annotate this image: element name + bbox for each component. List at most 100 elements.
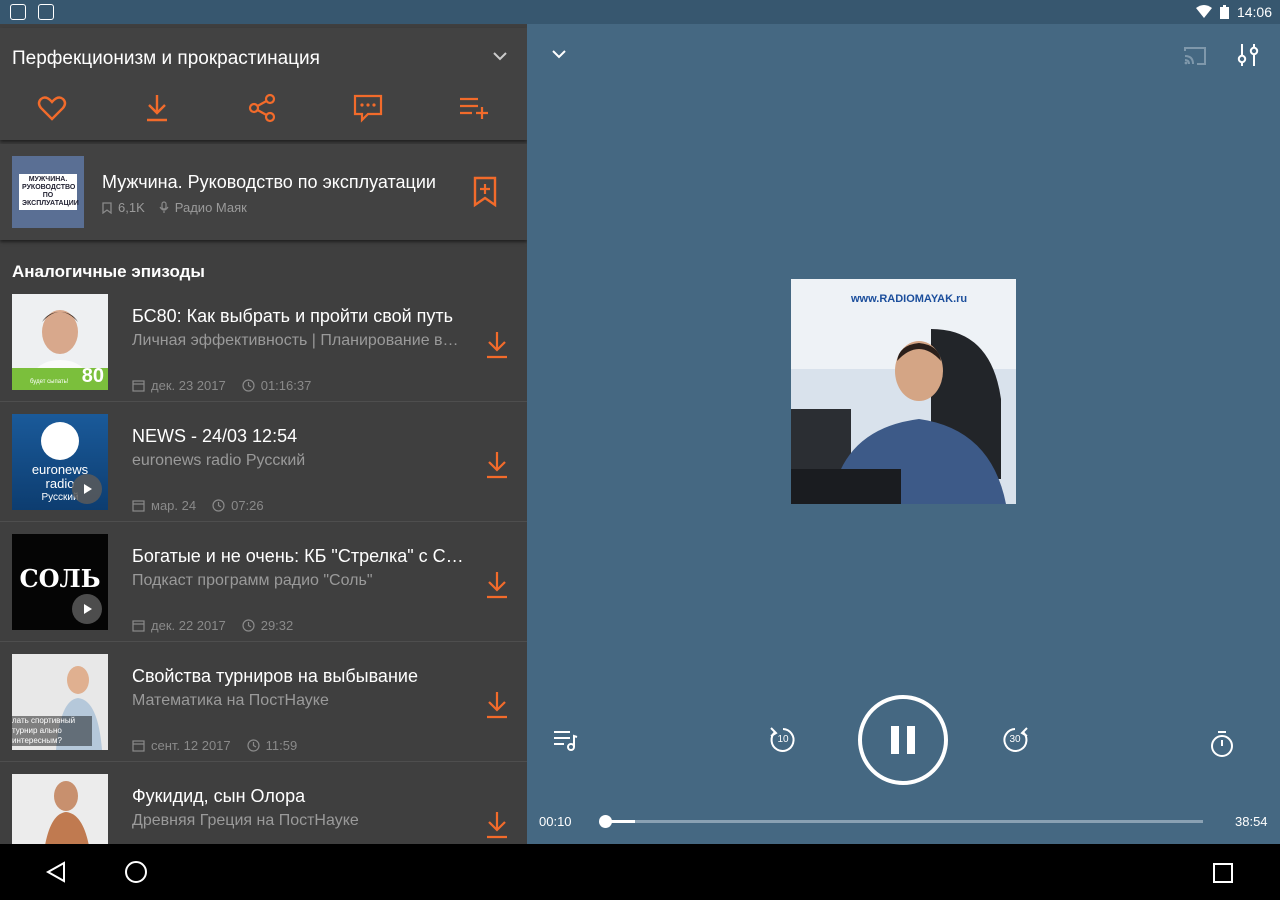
collapse-button[interactable] — [490, 46, 510, 71]
episode-item-podcast: euronews radio Русский — [132, 452, 306, 469]
recents-button[interactable] — [1212, 862, 1234, 889]
pause-icon — [891, 726, 915, 754]
rewind-seconds: 10 — [777, 734, 789, 745]
comments-button[interactable] — [348, 88, 388, 128]
episode-thumbnail — [12, 774, 108, 844]
episode-thumbnail: euronews radio Русский — [12, 414, 108, 510]
clock-icon — [247, 739, 260, 752]
lecturer-photo — [12, 774, 108, 844]
cover-banner-text: www.RADIOMAYAK.ru — [851, 293, 968, 305]
episode-item-meta: сент. 12 2017 11:59 — [132, 738, 297, 753]
download-button[interactable] — [484, 450, 510, 485]
podcast-meta: 6,1K Радио Маяк — [102, 200, 247, 215]
download-button[interactable] — [484, 330, 510, 365]
list-item[interactable]: 80 будет сыпать! БС80: Как выбрать и про… — [0, 282, 527, 402]
episode-cover-image: www.RADIOMAYAK.ru — [791, 279, 1016, 504]
equalizer-button[interactable] — [1237, 42, 1259, 73]
episode-date: мар. 24 — [151, 498, 197, 513]
episode-date: дек. 22 2017 — [151, 618, 226, 633]
download-icon — [487, 452, 507, 479]
clock-icon — [242, 619, 255, 632]
similar-episodes-list: 80 будет сыпать! БС80: Как выбрать и про… — [0, 282, 527, 844]
episode-item-podcast: Древняя Греция на ПостНауке — [132, 812, 359, 829]
episode-actions — [0, 88, 527, 128]
episode-item-meta: дек. 23 2017 01:16:37 — [132, 378, 311, 393]
status-time: 14:06 — [1236, 4, 1272, 20]
chevron-down-icon — [493, 52, 507, 61]
episode-item-podcast: Личная эффективность | Планирование врем… — [132, 332, 467, 349]
episode-date: дек. 23 2017 — [151, 378, 226, 393]
calendar-icon — [132, 620, 145, 632]
subscribe-button[interactable] — [472, 176, 498, 213]
download-button[interactable] — [137, 88, 177, 128]
list-item[interactable]: лать спортивный турнир ально интересным?… — [0, 642, 527, 762]
episode-item-podcast: Подкаст программ радио "Соль" — [132, 572, 373, 589]
episode-duration: 07:26 — [231, 498, 264, 513]
podcast-title: Мужчина. Руководство по эксплуатации — [102, 172, 436, 192]
podcast-card[interactable]: МУЖЧИНА. РУКОВОДСТВО ПО ЭКСПЛУАТАЦИИ Муж… — [0, 144, 527, 240]
seek-bar[interactable] — [599, 815, 1203, 828]
chevron-down-icon — [552, 50, 566, 59]
episode-item-title: Свойства турниров на выбывание — [132, 666, 418, 686]
queue-button[interactable] — [551, 726, 579, 754]
podcast-subscribers: 6,1K — [118, 200, 145, 215]
back-triangle-icon — [45, 861, 65, 883]
microphone-icon — [159, 201, 169, 213]
list-item[interactable]: euronews radio Русский NEWS - 24/03 12:5… — [0, 402, 527, 522]
sleep-timer-button[interactable] — [1208, 729, 1236, 759]
like-button[interactable] — [32, 88, 72, 128]
share-button[interactable] — [242, 88, 282, 128]
timer-icon — [1211, 731, 1233, 757]
clock-icon — [242, 379, 255, 392]
wifi-icon — [1195, 5, 1212, 18]
forward-seconds: 30 — [1009, 734, 1021, 745]
play-icon — [84, 604, 92, 614]
episode-duration: 29:32 — [260, 618, 294, 633]
episode-thumbnail: 80 будет сыпать! — [12, 294, 108, 390]
episode-item-title: NEWS - 24/03 12:54 — [132, 426, 298, 446]
status-bar: 14:06 — [0, 0, 1280, 24]
play-episode-button[interactable] — [72, 594, 102, 624]
calendar-icon — [132, 740, 145, 752]
total-time: 38:54 — [1235, 814, 1268, 829]
equalizer-icon — [1237, 44, 1259, 66]
minimize-player-button[interactable] — [549, 44, 569, 69]
player-panel: www.RADIOMAYAK.ru 10 30 00:10 38:54 — [527, 24, 1280, 844]
play-pause-button[interactable] — [858, 695, 948, 785]
cast-button[interactable] — [1183, 46, 1207, 71]
home-button[interactable] — [124, 860, 148, 889]
episode-date: сент. 12 2017 — [151, 738, 231, 753]
play-icon — [84, 484, 92, 494]
podcast-cover-text: МУЖЧИНА. РУКОВОДСТВО ПО ЭКСПЛУАТАЦИИ — [19, 174, 79, 210]
episode-item-title: Фукидид, сын Олора — [132, 786, 306, 806]
battery-icon — [1219, 5, 1229, 19]
episode-thumb-caption: будет сыпать! — [30, 379, 69, 385]
play-episode-button[interactable] — [72, 474, 102, 504]
rewind-button[interactable]: 10 — [767, 724, 799, 756]
queue-icon — [554, 731, 578, 751]
bookmark-add-icon — [473, 176, 497, 208]
back-button[interactable] — [44, 860, 68, 889]
episode-thumbnail: лать спортивный турнир ально интересным? — [12, 654, 108, 750]
download-button[interactable] — [484, 690, 510, 725]
episode-thumbnail: СОЛЬ — [12, 534, 108, 630]
download-button[interactable] — [484, 810, 510, 844]
episode-item-title: Богатые и не очень: КБ "Стрелка" с Серге… — [132, 546, 467, 566]
calendar-icon — [132, 500, 145, 512]
episode-item-title: БС80: Как выбрать и пройти свой путь — [132, 306, 454, 326]
episode-item-podcast: Математика на ПостНауке — [132, 692, 329, 709]
forward-button[interactable]: 30 — [999, 724, 1031, 756]
download-icon — [147, 95, 167, 122]
similar-episodes-title: Аналогичные эпизоды — [12, 262, 205, 281]
playlist-add-icon — [460, 97, 488, 119]
download-icon — [487, 692, 507, 719]
episode-duration: 01:16:37 — [260, 378, 312, 393]
podcast-cover: МУЖЧИНА. РУКОВОДСТВО ПО ЭКСПЛУАТАЦИИ — [12, 156, 84, 228]
app-notification-icon — [10, 4, 26, 20]
list-item[interactable]: Фукидид, сын Олора Древняя Греция на Пос… — [0, 762, 527, 844]
recents-square-icon — [1213, 863, 1233, 883]
add-to-playlist-button[interactable] — [454, 88, 494, 128]
list-item[interactable]: СОЛЬ Богатые и не очень: КБ "Стрелка" с … — [0, 522, 527, 642]
seek-handle[interactable] — [599, 815, 612, 828]
download-button[interactable] — [484, 570, 510, 605]
